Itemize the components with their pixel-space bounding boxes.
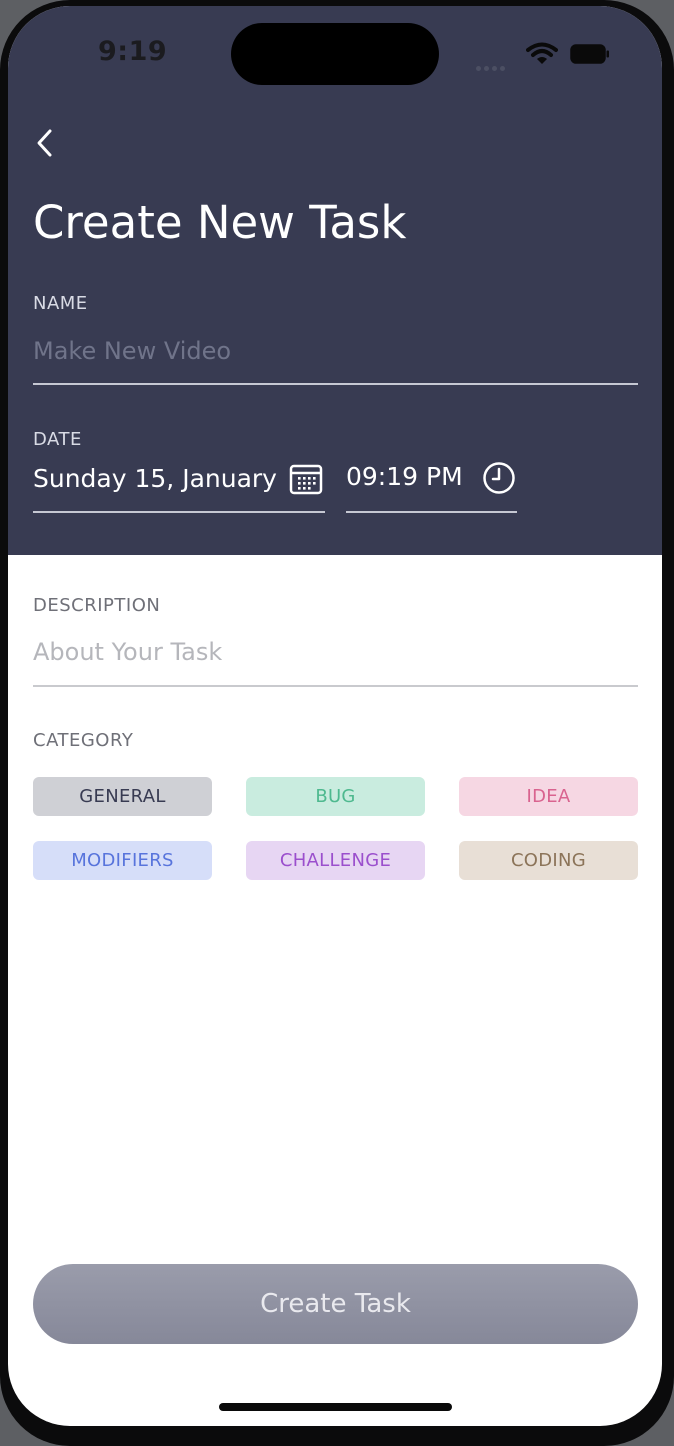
clock-icon[interactable] — [482, 461, 516, 495]
date-label: DATE — [33, 429, 82, 450]
dynamic-island — [231, 23, 439, 85]
name-input[interactable]: Make New Video — [33, 337, 231, 365]
page-title: Create New Task — [33, 196, 407, 249]
category-chip-idea[interactable]: IDEA — [459, 777, 638, 816]
category-chip-challenge[interactable]: CHALLENGE — [246, 841, 425, 880]
calendar-icon[interactable] — [289, 462, 323, 496]
time-underline — [346, 511, 517, 513]
time-input[interactable]: 09:19 PM — [346, 462, 463, 491]
date-input[interactable]: Sunday 15, January — [33, 464, 277, 493]
description-label: DESCRIPTION — [33, 595, 161, 616]
battery-icon — [570, 44, 609, 64]
description-input[interactable]: About Your Task — [33, 638, 222, 666]
name-underline — [33, 383, 638, 385]
device-frame: 9:19 Create New Task NAME Make New Video… — [0, 0, 674, 1446]
category-label: CATEGORY — [33, 730, 134, 751]
create-task-button[interactable]: Create Task — [33, 1264, 638, 1344]
back-chevron-icon[interactable] — [33, 125, 57, 161]
category-chip-general[interactable]: GENERAL — [33, 777, 212, 816]
category-chip-modifiers[interactable]: MODIFIERS — [33, 841, 212, 880]
wifi-icon — [526, 42, 558, 64]
date-underline — [33, 511, 325, 513]
home-indicator — [219, 1403, 452, 1411]
signal-dots-icon — [476, 56, 512, 71]
description-underline — [33, 685, 638, 687]
header-panel: 9:19 Create New Task NAME Make New Video… — [8, 6, 662, 555]
category-chip-bug[interactable]: BUG — [246, 777, 425, 816]
name-label: NAME — [33, 293, 88, 314]
app-screen: 9:19 Create New Task NAME Make New Video… — [8, 6, 662, 1426]
status-time: 9:19 — [98, 36, 168, 67]
category-chip-coding[interactable]: CODING — [459, 841, 638, 880]
